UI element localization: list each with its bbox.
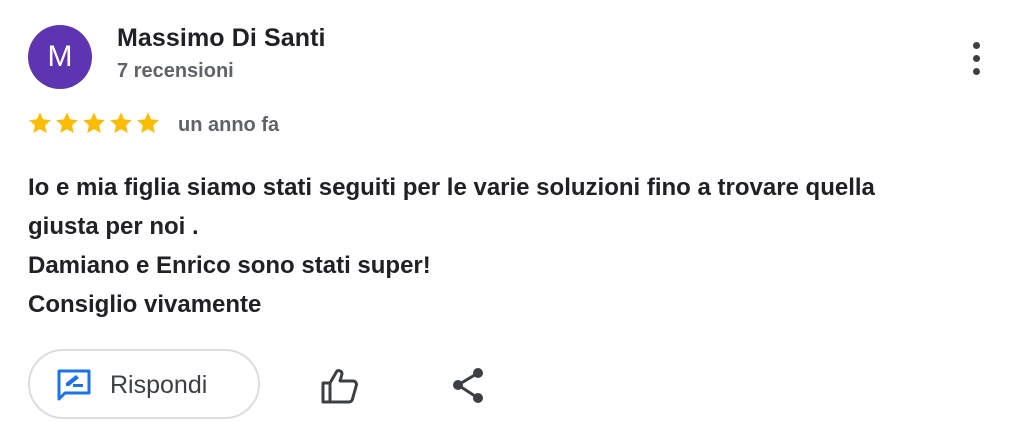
star-icon: [110, 112, 132, 133]
review-line: Consiglio vivamente: [28, 291, 262, 318]
reply-label: Rispondi: [110, 371, 208, 399]
reply-button[interactable]: Rispondi: [28, 349, 260, 419]
author-name[interactable]: Massimo Di Santi: [117, 24, 326, 53]
avatar[interactable]: M: [28, 25, 92, 89]
review-text: Io e mia figlia siamo stati seguiti per …: [28, 168, 988, 324]
reply-icon: [57, 369, 91, 401]
review-line: Io e mia figlia siamo stati seguiti per …: [28, 174, 875, 201]
more-vertical-icon: [972, 41, 980, 49]
review-date: un anno fa: [178, 114, 280, 136]
more-options-button[interactable]: [956, 36, 996, 80]
share-icon: [453, 368, 483, 403]
review-line: giusta per noi .: [28, 213, 199, 240]
star-icon: [56, 112, 78, 133]
share-button[interactable]: [448, 364, 488, 408]
avatar-initial: M: [47, 40, 73, 73]
review-count[interactable]: 7 recensioni: [117, 60, 234, 83]
review-card: M Massimo Di Santi 7 recensioni un anno …: [0, 0, 1024, 436]
star-rating: [27, 110, 161, 136]
star-icon: [137, 112, 159, 133]
star-icon: [83, 112, 105, 133]
star-icon: [29, 112, 51, 133]
more-vertical-icon-dot: [972, 67, 980, 75]
thumb-up-icon: [321, 369, 358, 404]
more-vertical-icon-dot: [972, 54, 980, 62]
review-line: Damiano e Enrico sono stati super!: [28, 252, 431, 279]
like-button[interactable]: [318, 364, 362, 408]
